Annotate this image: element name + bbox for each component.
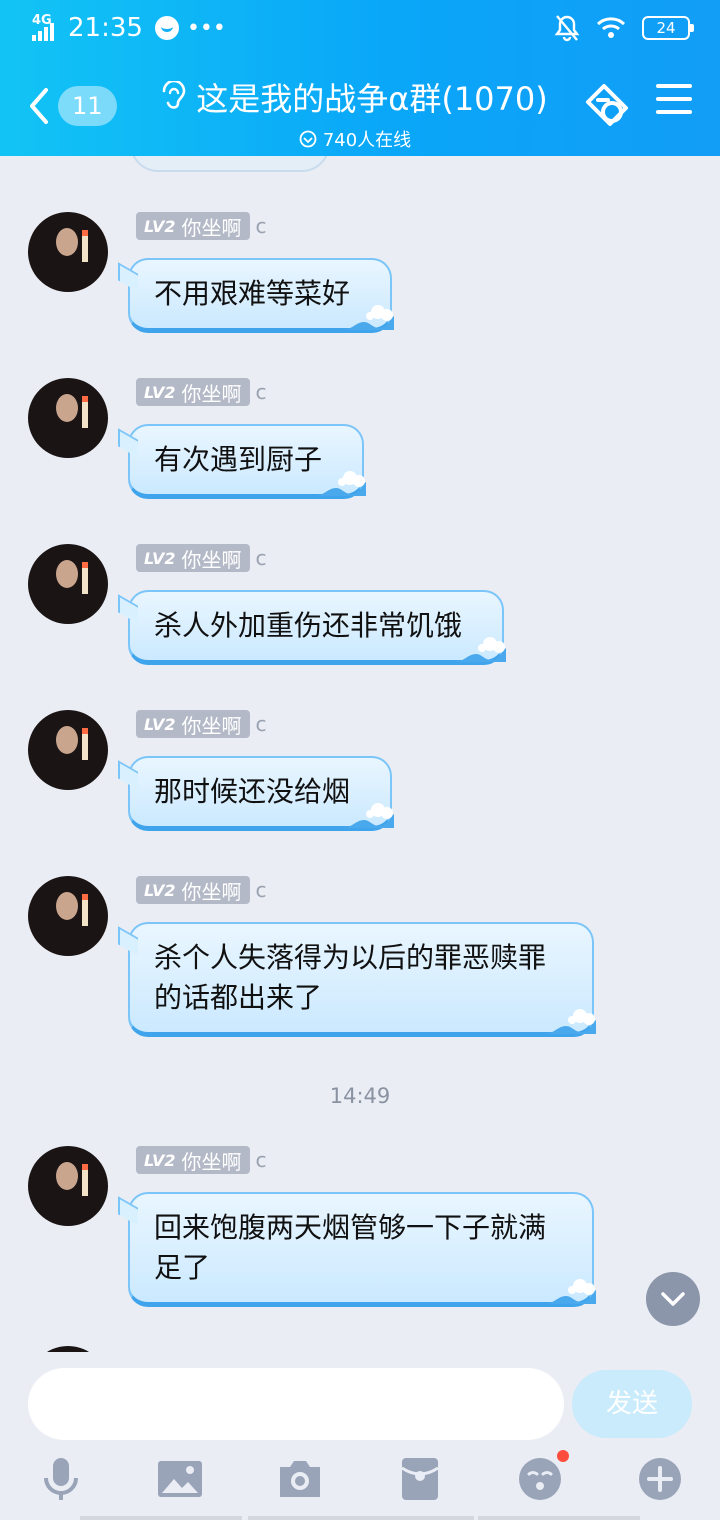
- unread-count-badge: 11: [58, 86, 117, 126]
- sender-info: LV2 你坐啊 c: [136, 378, 267, 406]
- send-button[interactable]: 发送: [572, 1370, 692, 1438]
- message-list[interactable]: LV2 你坐啊 c 不用艰难等菜好 LV2 你坐啊 c 有次遇到厨子 LV2 你坐啊 …: [0, 156, 720, 1352]
- previous-image-message[interactable]: [130, 156, 330, 172]
- wave-decoration-icon: [342, 803, 395, 828]
- sender-tag: c: [255, 1148, 267, 1172]
- message-text: 杀人外加重伤还非常饥饿: [154, 609, 463, 642]
- wave-decoration-icon: [314, 471, 367, 496]
- online-count: 740人在线: [322, 130, 412, 151]
- sender-tag: c: [255, 380, 267, 404]
- avatar[interactable]: [28, 378, 108, 458]
- menu-icon[interactable]: [656, 82, 692, 116]
- bottom-indicator: [80, 1516, 242, 1520]
- new-indicator-dot: [557, 1450, 569, 1462]
- toolbar: [0, 1450, 720, 1514]
- sender-name: 你坐啊: [181, 879, 242, 904]
- sender-name: 你坐啊: [181, 1149, 242, 1174]
- input-bar: 发送: [0, 1352, 720, 1520]
- level-badge: LV2 你坐啊: [136, 1146, 250, 1174]
- level-badge: LV2 你坐啊: [136, 544, 250, 572]
- message-text: 那时候还没给烟: [154, 775, 351, 808]
- sender-tag: c: [255, 878, 267, 902]
- wave-decoration-icon: [544, 1279, 596, 1304]
- chevron-left-icon: [30, 88, 48, 124]
- voice-button[interactable]: [36, 1454, 86, 1504]
- page-title: 这是我的战争α群(1070): [196, 80, 548, 118]
- sender-info: LV2 你坐啊 c: [136, 212, 267, 240]
- image-button[interactable]: [155, 1454, 205, 1504]
- avatar[interactable]: [28, 710, 108, 790]
- mic-icon: [44, 1458, 78, 1500]
- sender-name: 你坐啊: [181, 547, 242, 572]
- message-text: 有次遇到厨子: [154, 443, 323, 476]
- emoji-icon: [519, 1458, 561, 1500]
- message-input[interactable]: [28, 1368, 564, 1440]
- chat-header: 4G 21:35 ••• 24 11 这是我的战争α群(1070) 740人在线: [0, 0, 720, 156]
- red-packet-icon: [401, 1458, 439, 1500]
- sender-name: 你坐啊: [181, 215, 242, 240]
- time-divider: 14:49: [329, 1084, 391, 1108]
- level-badge: LV2 你坐啊: [136, 876, 250, 904]
- message-bubble[interactable]: 那时候还没给烟: [128, 756, 395, 831]
- camera-button[interactable]: [275, 1454, 325, 1504]
- avatar[interactable]: [28, 544, 108, 624]
- chevron-down-icon: [661, 1292, 685, 1306]
- scroll-to-bottom-button[interactable]: [646, 1272, 700, 1326]
- message-bubble[interactable]: 杀个人失落得为以后的罪恶赎罪的话都出来了: [128, 922, 596, 1037]
- sender-name: 你坐啊: [181, 713, 242, 738]
- level-badge: LV2 你坐啊: [136, 710, 250, 738]
- sender-info: LV2 你坐啊 c: [136, 1146, 267, 1174]
- wave-decoration-icon: [454, 637, 507, 662]
- bottom-indicator: [248, 1516, 474, 1520]
- mute-bell-icon: [554, 15, 580, 42]
- message-bubble[interactable]: 有次遇到厨子: [128, 424, 367, 499]
- wifi-icon: [596, 17, 626, 38]
- wave-decoration-icon: [544, 1009, 596, 1034]
- sender-tag: c: [255, 546, 267, 570]
- camera-icon: [280, 1461, 320, 1497]
- sender-tag: c: [255, 214, 267, 238]
- sender-info: LV2 你坐啊 c: [136, 544, 267, 572]
- clock: 21:35: [68, 13, 143, 43]
- sender-info: LV2 你坐啊 c: [136, 876, 267, 904]
- online-check-icon: [299, 130, 317, 148]
- more-button[interactable]: [635, 1454, 685, 1504]
- red-packet-button[interactable]: [395, 1454, 445, 1504]
- battery-icon: 24: [642, 16, 694, 40]
- image-icon: [158, 1461, 202, 1497]
- group-tag-icon[interactable]: [582, 82, 630, 128]
- ear-icon: [162, 81, 186, 109]
- qq-status-icon: [154, 16, 179, 40]
- sender-name: 你坐啊: [181, 381, 242, 406]
- sender-tag: c: [255, 712, 267, 736]
- avatar[interactable]: [28, 1146, 108, 1226]
- avatar[interactable]: [28, 212, 108, 292]
- avatar[interactable]: [28, 876, 108, 956]
- bottom-indicator: [478, 1516, 640, 1520]
- level-badge: LV2 你坐啊: [136, 378, 250, 406]
- chat-title-area[interactable]: 这是我的战争α群(1070) 740人在线: [145, 74, 565, 152]
- back-button[interactable]: 11: [28, 84, 128, 128]
- message-text: 杀个人失落得为以后的罪恶赎罪的话都出来了: [154, 941, 547, 1014]
- emoji-button[interactable]: [515, 1450, 569, 1504]
- message-text: 不用艰难等菜好: [154, 277, 351, 310]
- message-bubble[interactable]: 不用艰难等菜好: [128, 258, 395, 333]
- status-bar: 4G 21:35 ••• 24: [0, 0, 720, 56]
- more-notifications-icon: •••: [186, 15, 226, 41]
- network-label: 4G: [32, 13, 52, 28]
- message-text: 回来饱腹两天烟管够一下子就满足了: [154, 1211, 547, 1284]
- message-bubble[interactable]: 杀人外加重伤还非常饥饿: [128, 590, 507, 665]
- message-bubble[interactable]: 回来饱腹两天烟管够一下子就满足了: [128, 1192, 596, 1307]
- signal-icon: 4G: [30, 13, 60, 43]
- plus-icon: [639, 1458, 681, 1500]
- sender-info: LV2 你坐啊 c: [136, 710, 267, 738]
- wave-decoration-icon: [342, 305, 395, 330]
- level-badge: LV2 你坐啊: [136, 212, 250, 240]
